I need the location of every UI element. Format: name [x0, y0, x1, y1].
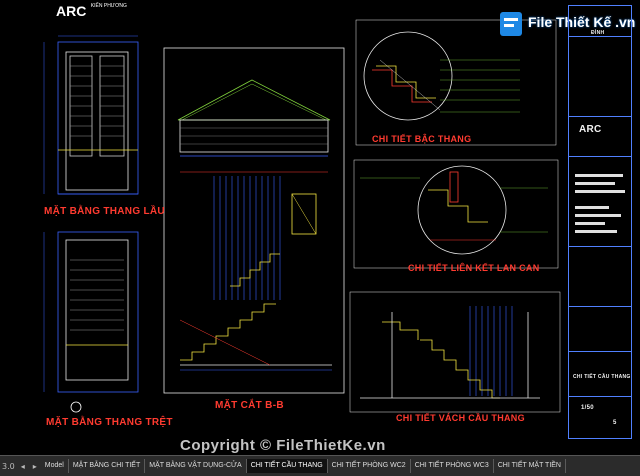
- arc-logo-text: ARC: [56, 3, 87, 19]
- prev-tab-icon[interactable]: ◂: [17, 462, 29, 471]
- layout-tab-bar: 3.0 ◂ ▸ Model MẶT BẰNG CHI TIẾT MẶT BẰNG…: [0, 455, 640, 476]
- zoom-readout: 3.0: [2, 461, 15, 471]
- title-detail-railing: CHI TIẾT LIÊN KẾT LAN CAN: [408, 263, 540, 273]
- sheet-name: CHI TIẾT CẦU THANG: [573, 374, 631, 380]
- title-detail-step: CHI TIẾT BẬC THANG: [372, 134, 472, 144]
- tab-model[interactable]: Model: [41, 459, 69, 473]
- title-block: ĐÌNH ARC CHI TIẾT CẦU THANG 1/50 5: [568, 5, 632, 439]
- title-detail-stair-wall: CHI TIẾT VÁCH CẦU THANG: [396, 413, 525, 423]
- title-section-bb: MẶT CẮT B-B: [215, 400, 284, 411]
- arc-logo-subtitle: KIẾN PHƯƠNG: [90, 3, 127, 9]
- sheet-scale: 1/50: [581, 405, 594, 411]
- title-plan-ground: MẶT BẰNG THANG TRỆT: [46, 417, 173, 428]
- tab-chi-tiet-mat-tien[interactable]: CHI TIẾT MẶT TIỀN: [494, 459, 566, 473]
- title-block-owner: ĐÌNH: [591, 30, 605, 36]
- tab-chi-tiet-wc3[interactable]: CHI TIẾT PHÒNG WC3: [411, 459, 494, 473]
- next-tab-icon[interactable]: ▸: [29, 462, 41, 471]
- detail-stair-wall: [349, 291, 561, 413]
- watermark-text: Copyright © FileThietKe.vn: [180, 437, 386, 454]
- sheet-page: 5: [613, 420, 617, 426]
- section-bb: [163, 47, 345, 394]
- tab-mat-bang-chi-tiet[interactable]: MẶT BẰNG CHI TIẾT: [69, 459, 146, 473]
- plan-ground-floor: [43, 231, 139, 413]
- title-plan-upper: MẶT BẰNG THANG LẦU: [44, 206, 165, 217]
- tab-chi-tiet-wc2[interactable]: CHI TIẾT PHÒNG WC2: [328, 459, 411, 473]
- cad-drawing: [43, 19, 561, 413]
- detail-railing: [353, 159, 559, 269]
- title-block-arc-logo: ARC: [579, 124, 602, 135]
- tab-chi-tiet-cau-thang[interactable]: CHI TIẾT CẦU THANG: [246, 459, 328, 473]
- arc-logo: ARC KIẾN PHƯƠNG: [56, 3, 127, 21]
- tab-mat-bang-vat-dung[interactable]: MẶT BẰNG VẬT DỤNG-CỬA: [145, 459, 247, 473]
- plan-upper-floor: [43, 35, 139, 195]
- drawing-canvas[interactable]: ARC KIẾN PHƯƠNG File Thiết Kế .vn MẶT BẰ…: [0, 0, 640, 455]
